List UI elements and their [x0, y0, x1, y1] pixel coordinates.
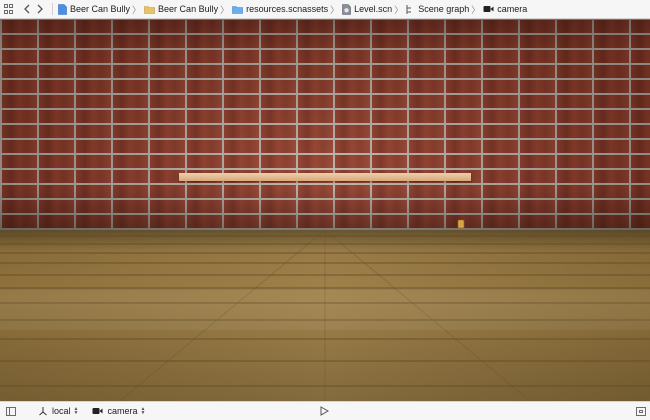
camera-icon — [92, 408, 103, 414]
beer-can-object — [457, 219, 465, 229]
breadcrumb-project[interactable]: Beer Can Bully — [58, 3, 131, 15]
scene-file-icon — [342, 3, 351, 15]
forward-button[interactable] — [34, 2, 46, 16]
breadcrumb-scene-graph[interactable]: Scene graph — [406, 4, 469, 15]
breadcrumb-label: Scene graph — [418, 4, 470, 14]
toolbar-separator — [52, 3, 53, 15]
related-items-grid-icon[interactable] — [4, 4, 14, 14]
breadcrumb-camera[interactable]: camera — [483, 4, 527, 14]
play-scene-icon[interactable] — [319, 406, 329, 416]
breadcrumb-label: camera — [497, 4, 528, 14]
scene-viewport[interactable] — [0, 19, 650, 401]
scene-editor-bottom-bar: local ▲ ▼ camera ▲ ▼ — [0, 401, 650, 420]
toggle-scene-graph-button[interactable] — [6, 406, 16, 416]
scene-graph-icon — [406, 4, 412, 14]
point-of-view-popup[interactable]: camera ▲ ▼ — [92, 406, 145, 416]
breadcrumb-label: Beer Can Bully — [70, 4, 131, 14]
wooden-floor — [0, 230, 650, 401]
breadcrumb-separator-icon: 〉 — [330, 4, 340, 15]
breadcrumb-scnassets[interactable]: resources.scnassets — [232, 4, 328, 14]
chevron-left-icon — [23, 4, 29, 14]
coordinate-space-popup[interactable]: local ▲ ▼ — [38, 406, 78, 416]
brick-wall — [0, 19, 650, 230]
floor-planks — [0, 230, 650, 401]
fit-view-button[interactable] — [636, 407, 646, 416]
coordinate-space-label: local — [52, 406, 71, 416]
breadcrumb-separator-icon: 〉 — [132, 4, 142, 15]
breadcrumb-label: resources.scnassets — [246, 4, 329, 14]
local-axes-icon — [39, 407, 47, 416]
chevron-right-icon — [37, 4, 43, 14]
folder-icon — [144, 5, 155, 14]
breadcrumb-label: Level.scn — [354, 4, 393, 14]
jump-bar: Beer Can Bully 〉 Beer Can Bully 〉 resour… — [0, 0, 650, 19]
updown-chevron-icon: ▲ ▼ — [140, 406, 146, 416]
breadcrumb-label: Beer Can Bully — [158, 4, 219, 14]
point-of-view-label: camera — [107, 406, 138, 416]
updown-chevron-icon: ▲ ▼ — [73, 406, 79, 416]
folder-icon — [232, 5, 243, 14]
breadcrumb-group[interactable]: Beer Can Bully — [144, 4, 218, 14]
breadcrumb-separator-icon: 〉 — [220, 4, 230, 15]
swift-file-icon — [58, 3, 67, 15]
breadcrumb-separator-icon: 〉 — [394, 4, 404, 15]
back-button[interactable] — [20, 2, 32, 16]
camera-icon — [483, 6, 494, 12]
breadcrumb-scene-file[interactable]: Level.scn — [342, 3, 393, 15]
wooden-shelf — [179, 173, 471, 181]
breadcrumb-separator-icon: 〉 — [471, 4, 481, 15]
